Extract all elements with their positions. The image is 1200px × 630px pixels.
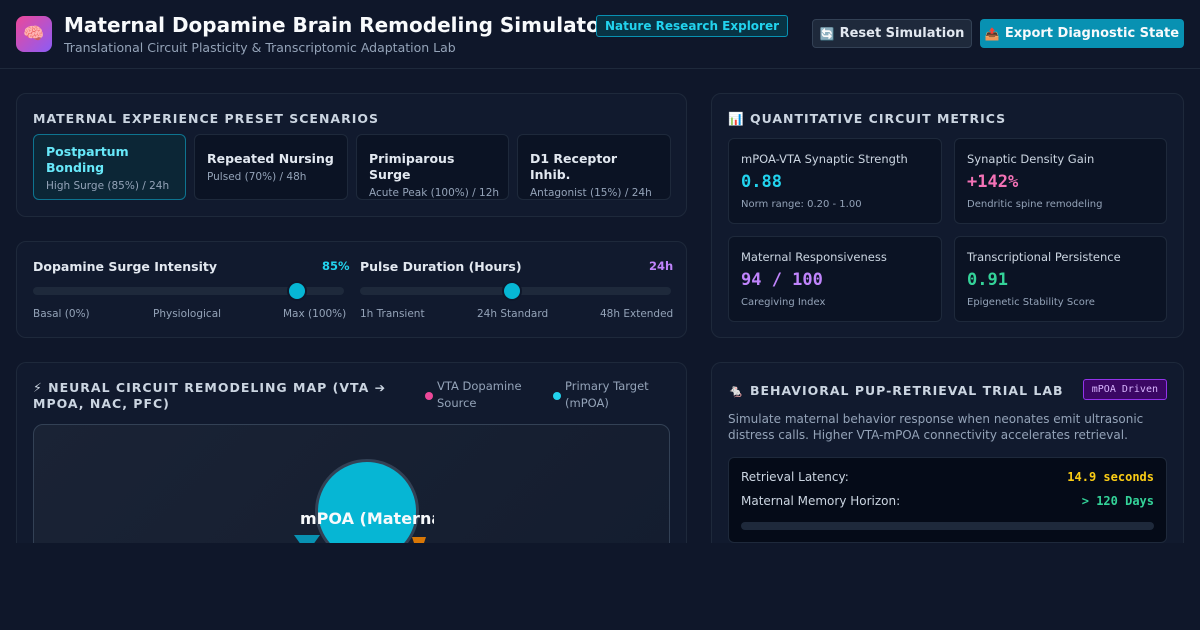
preset-primiparous-surge[interactable]: Primiparous Surge Acute Peak (100%) / 12…: [356, 134, 509, 200]
reset-simulation-label: Reset Simulation: [839, 26, 965, 41]
simulation-controls-panel: Dopamine Surge Intensity 85% Basal (0%) …: [16, 241, 687, 338]
app-title: Maternal Dopamine Brain Remodeling Simul…: [64, 13, 610, 37]
metric-sub: Epigenetic Stability Score: [967, 297, 1095, 308]
circuit-map-title: ⚡ NEURAL CIRCUIT REMODELING MAP (VTA ➔ M…: [33, 380, 413, 412]
preset-postpartum-bonding[interactable]: Postpartum Bonding High Surge (85%) / 24…: [33, 134, 186, 200]
retrieval-progress-bar: [741, 522, 1154, 530]
intensity-slider-thumb[interactable]: [289, 283, 306, 299]
preset-d1-receptor-inhib[interactable]: D1 Receptor Inhib. Antagonist (15%) / 24…: [517, 134, 671, 200]
circuit-map-title-text: NEURAL CIRCUIT REMODELING MAP (VTA ➔ MPO…: [33, 380, 387, 411]
export-icon: 📤: [984, 26, 1000, 41]
preset-scenarios-panel: MATERNAL EXPERIENCE PRESET SCENARIOS Pos…: [16, 93, 687, 217]
behavior-lab-panel: 🐁 BEHAVIORAL PUP-RETRIEVAL TRIAL LAB mPO…: [711, 362, 1184, 543]
trial-results-box: Retrieval Latency: 14.9 seconds Maternal…: [728, 457, 1167, 543]
duration-slider[interactable]: [360, 283, 671, 299]
export-diagnostic-button[interactable]: 📤 Export Diagnostic State: [980, 19, 1184, 48]
lightning-icon: ⚡: [33, 380, 43, 395]
duration-slider-thumb[interactable]: [504, 283, 521, 299]
pfc-connector-arrow: [412, 537, 426, 543]
brain-logo-icon: 🧠: [16, 16, 52, 52]
mpoa-legend-label: Primary Target (mPOA): [565, 379, 649, 410]
preset-detail: Acute Peak (100%) / 12h: [369, 187, 500, 199]
app-subtitle: Translational Circuit Plasticity & Trans…: [64, 40, 456, 55]
metric-label: Maternal Responsiveness: [741, 250, 887, 264]
intensity-tick-min: Basal (0%): [33, 308, 90, 320]
intensity-label: Dopamine Surge Intensity: [33, 259, 217, 274]
behavior-lab-title: 🐁 BEHAVIORAL PUP-RETRIEVAL TRIAL LAB: [728, 383, 1064, 399]
metric-value: 0.91: [967, 270, 1008, 290]
app-header: 🧠 Maternal Dopamine Brain Remodeling Sim…: [0, 0, 1200, 69]
preset-scenarios-title: MATERNAL EXPERIENCE PRESET SCENARIOS: [33, 111, 380, 126]
reset-simulation-button[interactable]: 🔄 Reset Simulation: [812, 19, 972, 48]
metric-sub: Dendritic spine remodeling: [967, 199, 1103, 210]
duration-tick-min: 1h Transient: [360, 308, 425, 320]
behavior-lab-description: Simulate maternal behavior response when…: [728, 412, 1144, 442]
vta-legend-label: VTA Dopamine Source: [437, 379, 522, 410]
preset-detail: High Surge (85%) / 24h: [46, 180, 170, 192]
metric-transcriptional-persistence: Transcriptional Persistence 0.91 Epigene…: [954, 236, 1167, 322]
memory-horizon-value: > 120 Days: [1081, 494, 1154, 508]
vta-connector-arrow: [294, 535, 320, 543]
duration-tick-max: 48h Extended: [600, 308, 674, 320]
mpoa-node-label: mPOA (Maternal Hub): [300, 509, 434, 528]
preset-name: Repeated Nursing: [207, 151, 334, 166]
behavior-lab-title-text: BEHAVIORAL PUP-RETRIEVAL TRIAL LAB: [749, 383, 1064, 398]
intensity-slider[interactable]: [33, 283, 344, 299]
duration-value: 24h: [649, 259, 674, 273]
metric-value: 94 / 100: [741, 270, 823, 290]
metric-maternal-responsiveness: Maternal Responsiveness 94 / 100 Caregiv…: [728, 236, 942, 322]
intensity-tick-mid: Physiological: [153, 308, 222, 320]
mouse-icon: 🐁: [728, 383, 745, 398]
metric-label: mPOA-VTA Synaptic Strength: [741, 152, 908, 166]
export-diagnostic-label: Export Diagnostic State: [1004, 26, 1180, 41]
preset-name: D1 Receptor Inhib.: [530, 151, 618, 182]
preset-detail: Pulsed (70%) / 48h: [207, 171, 307, 183]
metric-sub: Caregiving Index: [741, 297, 826, 308]
preset-name: Postpartum Bonding: [46, 144, 129, 175]
circuit-map-panel: ⚡ NEURAL CIRCUIT REMODELING MAP (VTA ➔ M…: [16, 362, 687, 543]
metric-sub: Norm range: 0.20 - 1.00: [741, 199, 862, 210]
retrieval-latency-label: Retrieval Latency:: [741, 470, 849, 484]
circuit-map-canvas[interactable]: mPOA (Maternal Hub): [33, 424, 670, 543]
memory-horizon-label: Maternal Memory Horizon:: [741, 494, 901, 508]
metric-synaptic-density: Synaptic Density Gain +142% Dendritic sp…: [954, 138, 1167, 224]
metrics-title-text: QUANTITATIVE CIRCUIT METRICS: [749, 111, 1007, 126]
metric-synaptic-strength: mPOA-VTA Synaptic Strength 0.88 Norm ran…: [728, 138, 942, 224]
metric-label: Transcriptional Persistence: [967, 250, 1121, 264]
chart-icon: 📊: [728, 111, 745, 126]
preset-detail: Antagonist (15%) / 24h: [530, 187, 652, 199]
mpoa-driven-badge: mPOA Driven: [1082, 379, 1167, 400]
mpoa-legend-dot: [553, 392, 561, 400]
preset-repeated-nursing[interactable]: Repeated Nursing Pulsed (70%) / 48h: [194, 134, 348, 200]
preset-name: Primiparous Surge: [369, 151, 455, 182]
intensity-tick-max: Max (100%): [283, 308, 347, 320]
vta-legend-dot: [425, 392, 433, 400]
metric-label: Synaptic Density Gain: [967, 152, 1095, 166]
retrieval-latency-value: 14.9 seconds: [1067, 470, 1154, 484]
metrics-title: 📊 QUANTITATIVE CIRCUIT METRICS: [728, 111, 1006, 127]
refresh-icon: 🔄: [819, 26, 835, 41]
header-badge: Nature Research Explorer: [596, 15, 789, 37]
intensity-value: 85%: [322, 259, 350, 273]
duration-label: Pulse Duration (Hours): [360, 259, 522, 274]
duration-tick-mid: 24h Standard: [477, 308, 549, 320]
metric-value: 0.88: [741, 172, 782, 192]
circuit-metrics-panel: 📊 QUANTITATIVE CIRCUIT METRICS mPOA-VTA …: [711, 93, 1184, 338]
metric-value: +142%: [967, 172, 1019, 192]
